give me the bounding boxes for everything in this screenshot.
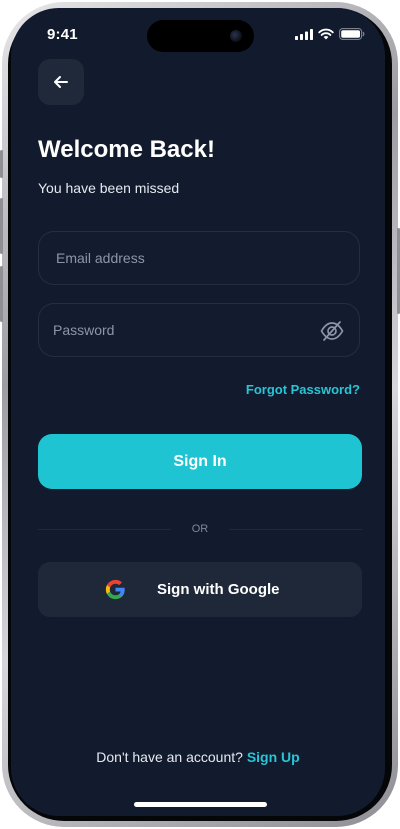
login-screen: 9:41 Welcome Back! You have been missed — [11, 8, 385, 816]
divider-line-right — [229, 529, 362, 530]
google-sign-in-button[interactable]: Sign with Google — [38, 562, 362, 617]
dynamic-island — [147, 20, 254, 52]
eye-off-icon[interactable] — [319, 318, 345, 344]
cellular-signal-icon — [295, 28, 313, 40]
front-camera — [230, 30, 242, 42]
volume-up-button — [0, 198, 3, 254]
divider-label: OR — [191, 523, 209, 535]
email-field-container — [38, 231, 360, 285]
arrow-left-icon — [54, 76, 68, 88]
signup-prompt: Don't have an account? — [96, 749, 247, 765]
volume-down-button — [0, 266, 3, 322]
sign-up-link[interactable]: Sign Up — [247, 749, 300, 765]
page-title: Welcome Back! — [38, 136, 215, 163]
forgot-password-link[interactable]: Forgot Password? — [246, 382, 360, 397]
divider-line-left — [38, 529, 171, 530]
sign-in-button[interactable]: Sign In — [38, 434, 362, 489]
google-icon — [105, 579, 125, 600]
wifi-icon — [318, 28, 334, 40]
google-sign-in-label: Sign with Google — [157, 581, 280, 598]
back-button[interactable] — [38, 59, 84, 105]
status-time: 9:41 — [47, 26, 78, 43]
signup-row: Don't have an account? Sign Up — [11, 749, 385, 765]
action-button — [0, 150, 3, 178]
password-input[interactable] — [39, 304, 359, 356]
status-icons — [295, 28, 365, 40]
battery-icon — [339, 28, 365, 40]
password-field-container — [38, 303, 360, 357]
email-input[interactable] — [39, 232, 359, 284]
home-indicator[interactable] — [134, 802, 267, 807]
page-subtitle: You have been missed — [38, 180, 180, 196]
